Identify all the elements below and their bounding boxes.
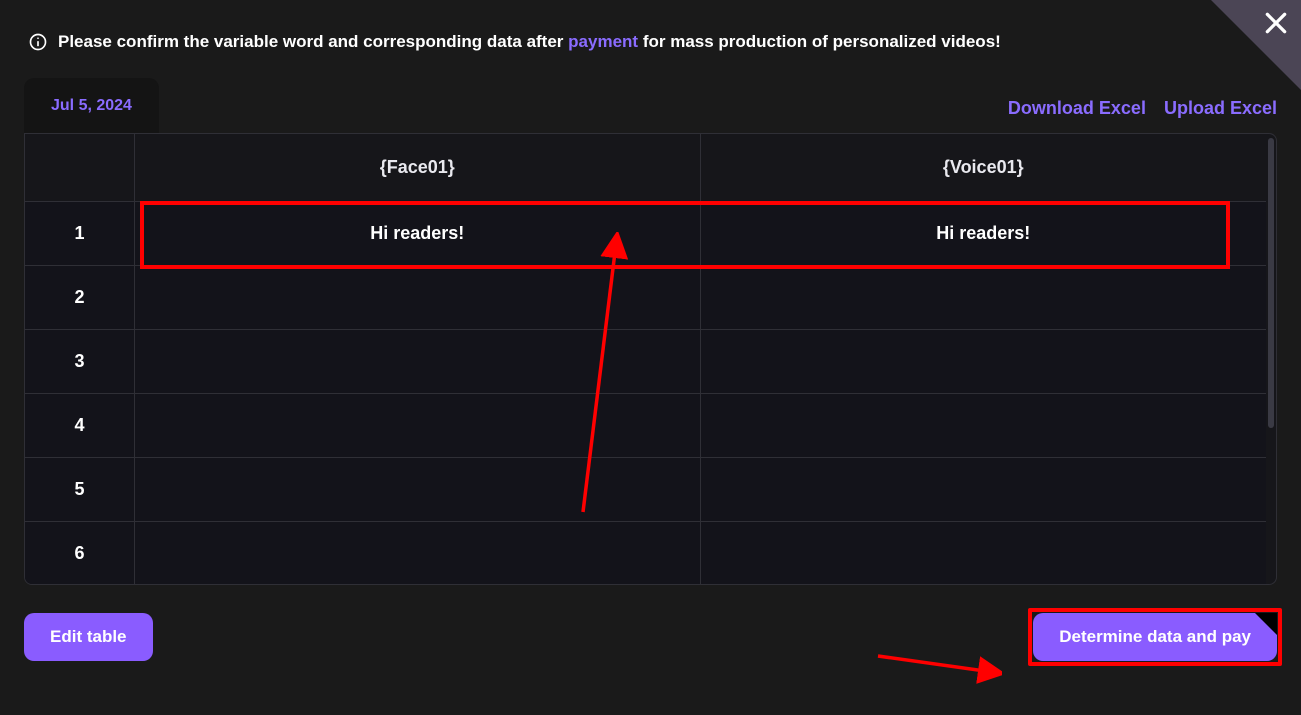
table-cell[interactable] — [135, 458, 701, 522]
upload-excel-link[interactable]: Upload Excel — [1164, 98, 1277, 119]
determine-and-pay-button[interactable]: Determine data and pay — [1033, 613, 1277, 661]
table-header-blank — [25, 134, 135, 202]
table-cell[interactable] — [135, 266, 701, 330]
table-cell[interactable] — [135, 330, 701, 394]
close-icon[interactable] — [1263, 10, 1289, 42]
pay-button-wrap: Determine data and pay — [1033, 613, 1277, 661]
edit-table-button[interactable]: Edit table — [24, 613, 153, 661]
table-cell[interactable]: Hi readers! — [135, 202, 701, 266]
pay-button-label: Determine data and pay — [1059, 627, 1251, 646]
scrollbar-thumb[interactable] — [1268, 138, 1274, 428]
info-text: Please confirm the variable word and cor… — [58, 32, 1001, 52]
table-cell[interactable] — [135, 394, 701, 458]
fold-corner-decoration — [1255, 613, 1277, 635]
data-table: {Face01} {Voice01} 1 Hi readers! Hi read… — [24, 133, 1277, 585]
table-row-num: 2 — [25, 266, 135, 330]
table-cell[interactable] — [701, 330, 1267, 394]
table-cell[interactable] — [135, 522, 701, 585]
info-text-em: payment — [568, 32, 638, 51]
footer: Edit table Determine data and pay — [0, 585, 1301, 661]
table-cell[interactable]: Hi readers! — [701, 202, 1267, 266]
table-row-num: 5 — [25, 458, 135, 522]
table-row-num: 3 — [25, 330, 135, 394]
table-cell[interactable] — [701, 266, 1267, 330]
toolbar: Jul 5, 2024 Download Excel Upload Excel — [0, 78, 1301, 133]
info-text-pre: Please confirm the variable word and cor… — [58, 32, 563, 51]
toolbar-actions: Download Excel Upload Excel — [1008, 98, 1277, 119]
date-tab[interactable]: Jul 5, 2024 — [24, 78, 159, 133]
table-row-num: 4 — [25, 394, 135, 458]
table-row-num: 1 — [25, 202, 135, 266]
table-cell[interactable] — [701, 458, 1267, 522]
info-banner: Please confirm the variable word and cor… — [0, 0, 1301, 72]
table-header-col2: {Voice01} — [701, 134, 1267, 202]
table-cell[interactable] — [701, 394, 1267, 458]
table-row-num: 6 — [25, 522, 135, 585]
info-icon — [28, 32, 48, 52]
info-text-post: for mass production of personalized vide… — [643, 32, 1001, 51]
table-cell[interactable] — [701, 522, 1267, 585]
download-excel-link[interactable]: Download Excel — [1008, 98, 1146, 119]
table-header-col1: {Face01} — [135, 134, 701, 202]
